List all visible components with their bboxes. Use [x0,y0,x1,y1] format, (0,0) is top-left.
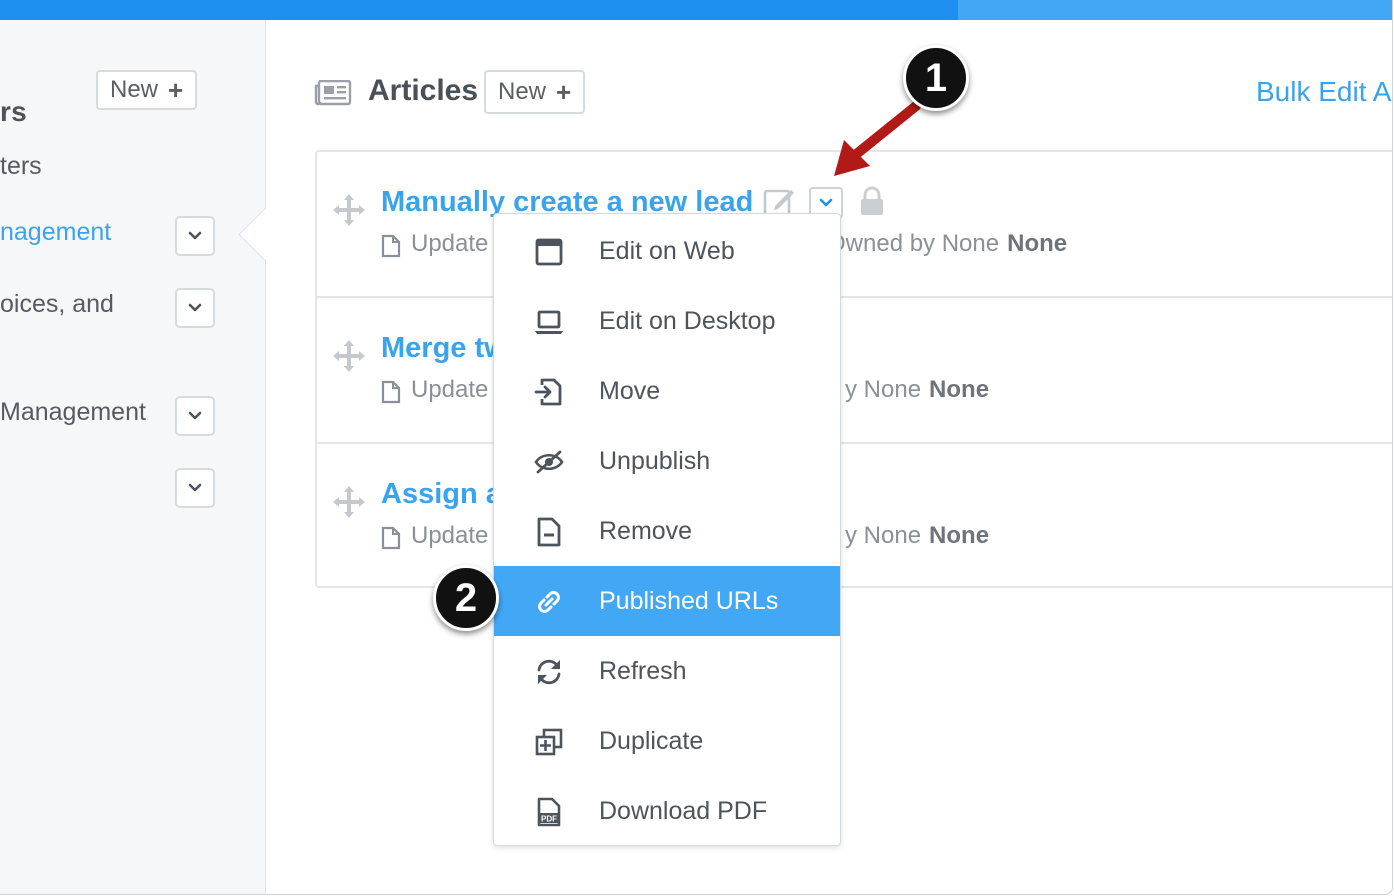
drag-handle-icon[interactable] [333,340,365,372]
article-row: Merge tw Update y None None [317,298,1392,444]
menu-item-download-pdf[interactable]: PDF Download PDF [494,776,840,846]
document-icon [381,234,401,258]
drag-handle-icon[interactable] [333,194,365,226]
menu-item-label: Published URLs [599,586,779,615]
sidebar-item-4-dropdown-button[interactable] [175,468,215,508]
article-title-link[interactable]: Merge tw [381,332,507,365]
article-title-link[interactable]: Assign a [381,478,502,511]
step-1-badge: 1 [903,45,969,111]
menu-item-published-urls[interactable]: Published URLs [494,566,840,636]
move-into-icon [534,378,562,406]
owned-by-label: y None [845,522,922,549]
sidebar-new-button[interactable]: New + [96,70,198,110]
bulk-edit-link[interactable]: Bulk Edit A [1256,76,1391,108]
sidebar-item-3-dropdown-button[interactable] [175,396,215,436]
article-actions-menu: Edit on Web Edit on Desktop Move Unpubli… [493,213,841,846]
laptop-icon [535,310,563,334]
menu-item-label: Remove [599,516,693,545]
menu-item-label: Unpublish [599,446,711,475]
plus-icon: + [556,76,572,107]
menu-item-label: Duplicate [599,726,704,755]
document-minus-icon [537,517,561,547]
document-icon [381,526,401,550]
top-bar-segment [958,0,1392,20]
annotation-arrow [834,101,921,176]
eye-slash-icon [534,450,564,474]
menu-item-label: Edit on Desktop [599,306,776,335]
articles-new-button[interactable]: New + [484,70,586,114]
new-button-label: New [498,78,547,105]
refresh-icon [537,659,561,685]
document-icon [381,380,401,404]
menu-item-label: Download PDF [599,796,768,825]
article-owner-text: y None None [845,376,989,404]
duplicate-icon [535,728,563,756]
chevron-down-icon [188,303,202,312]
menu-item-label: Move [599,376,661,405]
menu-item-edit-on-web[interactable]: Edit on Web [494,216,840,286]
newspaper-icon [314,79,352,111]
article-list: Manually create a new lead Update Owned … [315,150,1392,588]
menu-item-label: Edit on Web [599,236,735,265]
step-2-badge: 2 [433,565,499,631]
browser-window-icon [535,238,563,266]
menu-item-refresh[interactable]: Refresh [494,636,840,706]
menu-item-remove[interactable]: Remove [494,496,840,566]
chevron-down-icon [188,411,202,420]
drag-handle-icon[interactable] [333,486,365,518]
sidebar-item-3[interactable]: Management [0,398,146,427]
pdf-icon: PDF [537,797,561,827]
article-owner-text: Owned by None None [827,230,1067,258]
sidebar-item-2-dropdown-button[interactable] [175,288,215,328]
article-updated-text: Update [411,230,489,257]
menu-item-label: Refresh [599,656,687,685]
menu-item-duplicate[interactable]: Duplicate [494,706,840,776]
article-updated-text: Update [411,522,489,549]
owner-value: None [929,376,990,403]
sidebar-title: rs [0,96,27,127]
sidebar-item-1-dropdown-button[interactable] [175,216,215,256]
menu-item-unpublish[interactable]: Unpublish [494,426,840,496]
owned-by-label: y None [845,376,922,403]
owner-value: None [929,522,990,549]
article-updated-text: Update [411,376,489,403]
app-window: rs New + ters nagement oices, and Manage… [0,0,1393,895]
link-icon [538,591,560,613]
new-button-label: New [110,76,159,103]
sidebar-item-2[interactable]: oices, and [0,290,114,319]
owner-value: None [1007,230,1068,257]
sidebar-item-0[interactable]: ters [0,152,42,181]
top-bar [0,0,1392,20]
articles-title: Articles [368,74,479,107]
chevron-down-icon [188,483,202,492]
plus-icon: + [168,74,184,105]
article-owner-text: y None None [845,522,989,550]
menu-item-edit-on-desktop[interactable]: Edit on Desktop [494,286,840,356]
svg-text:PDF: PDF [541,815,557,824]
owned-by-label: Owned by None [827,230,1000,257]
sidebar: rs New + ters nagement oices, and Manage… [0,20,266,894]
menu-item-move[interactable]: Move [494,356,840,426]
chevron-down-icon [188,231,202,240]
sidebar-item-1[interactable]: nagement [0,218,111,247]
